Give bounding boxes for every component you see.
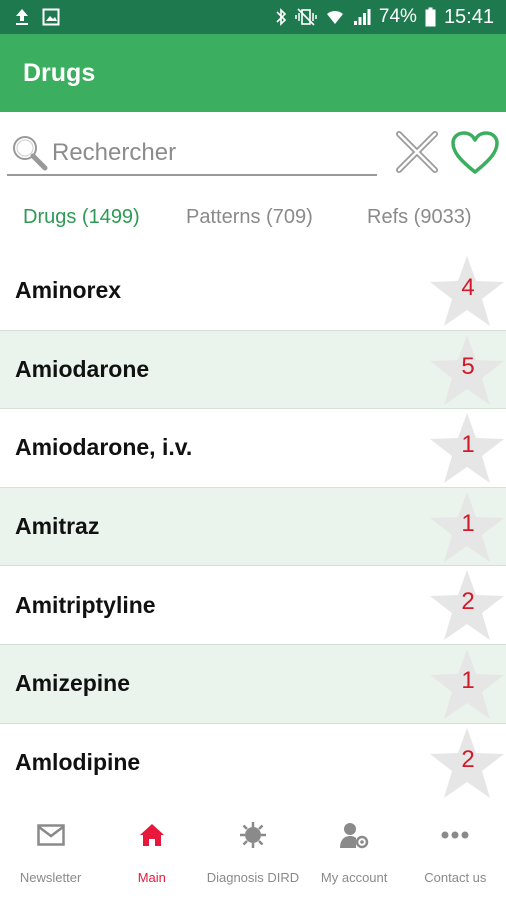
battery-icon xyxy=(425,7,436,27)
drug-count: 1 xyxy=(461,509,475,537)
nav-contact[interactable]: Contact us xyxy=(405,806,506,900)
clock: 15:41 xyxy=(443,5,494,28)
status-right: 74% 15:41 xyxy=(275,6,494,29)
search-field xyxy=(7,132,377,176)
nav-main[interactable]: Main xyxy=(101,806,202,900)
home-icon xyxy=(137,820,167,850)
image-icon xyxy=(42,7,60,27)
list-item[interactable]: Aminorex 4 xyxy=(0,252,506,331)
nav-label: Main xyxy=(137,870,166,885)
status-bar: 74% 15:41 xyxy=(0,0,506,34)
tab-drugs[interactable]: Drugs (1499) xyxy=(23,206,140,229)
drug-list: Aminorex 4 Amiodarone 5 Amiodarone, i.v.… xyxy=(0,252,506,802)
nav-label: Diagnosis DIRD xyxy=(206,870,300,885)
close-icon[interactable] xyxy=(393,128,441,176)
drug-name: Amizepine xyxy=(15,670,131,697)
list-item[interactable]: Amitraz 1 xyxy=(0,487,506,567)
heart-icon[interactable] xyxy=(450,130,500,176)
drug-count: 5 xyxy=(461,352,475,380)
envelope-icon xyxy=(36,820,66,850)
upload-icon xyxy=(14,7,30,27)
drug-name: Amlodipine xyxy=(15,749,141,776)
list-item[interactable]: Amiodarone, i.v. 1 xyxy=(0,409,506,488)
drug-name: Amitraz xyxy=(15,513,100,540)
list-item[interactable]: Amizepine 1 xyxy=(0,644,506,724)
nav-label: My account xyxy=(320,870,388,885)
drug-count: 1 xyxy=(461,431,475,459)
search-icon xyxy=(13,136,48,171)
drug-count: 4 xyxy=(461,274,475,301)
nav-newsletter[interactable]: Newsletter xyxy=(0,806,101,900)
tab-bar: Drugs (1499) Patterns (709) Refs (9033) xyxy=(0,196,506,248)
bluetooth-icon xyxy=(275,7,287,27)
drug-name: Amiodarone xyxy=(15,355,150,382)
list-item[interactable]: Amitriptyline 2 xyxy=(0,566,506,645)
drug-count: 2 xyxy=(461,745,475,773)
nav-label: Contact us xyxy=(424,870,487,885)
page-title: Drugs xyxy=(23,58,96,87)
battery-percent: 74% xyxy=(378,6,417,27)
list-item[interactable]: Amlodipine 2 xyxy=(0,724,506,803)
bottom-nav: Newsletter Main Diagnosis DIRD My accoun… xyxy=(0,806,506,900)
drug-name: Amitriptyline xyxy=(15,591,156,618)
more-icon xyxy=(440,820,470,850)
drug-name: Amiodarone, i.v. xyxy=(15,434,193,461)
app-bar: Drugs xyxy=(0,34,506,112)
search-row xyxy=(0,112,506,188)
user-settings-icon xyxy=(339,820,369,850)
search-input[interactable] xyxy=(52,135,372,171)
vibrate-icon xyxy=(295,7,317,27)
tab-patterns[interactable]: Patterns (709) xyxy=(186,206,313,229)
status-left xyxy=(14,7,60,27)
signal-icon xyxy=(353,7,371,27)
virus-icon xyxy=(238,820,268,850)
nav-account[interactable]: My account xyxy=(304,806,405,900)
nav-diagnosis[interactable]: Diagnosis DIRD xyxy=(202,806,303,900)
drug-name: Aminorex xyxy=(15,277,122,304)
tab-refs[interactable]: Refs (9033) xyxy=(367,206,472,229)
wifi-icon xyxy=(325,7,345,27)
drug-count: 2 xyxy=(461,588,475,616)
nav-label: Newsletter xyxy=(19,870,82,885)
drug-count: 1 xyxy=(461,666,475,694)
list-item[interactable]: Amiodarone 5 xyxy=(0,330,506,410)
